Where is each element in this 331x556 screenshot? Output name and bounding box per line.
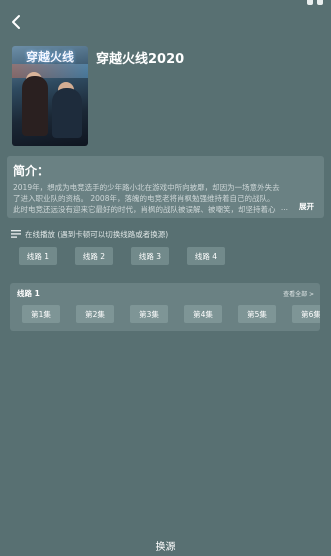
page-title: 穿越火线2020 — [96, 52, 185, 67]
episode-button-6[interactable]: 第6集 — [292, 305, 320, 323]
synopsis-heading: 简介： — [13, 164, 50, 178]
line-button-3[interactable]: 线路 3 — [131, 247, 169, 265]
line-button-4[interactable]: 线路 4 — [187, 247, 225, 265]
back-button[interactable] — [8, 12, 26, 32]
poster-logo-text: 穿越火线 — [25, 50, 74, 64]
switch-source-button[interactable]: 换源 — [0, 538, 331, 553]
episode-list[interactable]: 第1集 第2集 第3集 第4集 第5集 第6集 — [22, 305, 320, 323]
status-bar — [307, 0, 323, 8]
synopsis-ellipsis: ... — [278, 203, 290, 212]
playlist-icon — [11, 230, 21, 238]
online-play-header: 在线播放 (遇到卡顿可以切换线路或者换源) — [11, 228, 168, 240]
expand-button[interactable]: 展开 — [297, 201, 314, 212]
synopsis-card: 简介： 2019年，想成为电竞选手的少年路小北在游戏中所向披靡，却因为一场意外失… — [7, 156, 324, 218]
chevron-left-icon — [12, 15, 20, 29]
movie-poster: 穿越火线 — [12, 46, 88, 146]
online-play-label: 在线播放 (遇到卡顿可以切换线路或者换源) — [25, 229, 169, 239]
view-all-link[interactable]: 查看全部 > — [283, 289, 314, 298]
episode-panel: 线路 1 查看全部 > 第1集 第2集 第3集 第4集 第5集 第6集 — [10, 283, 320, 331]
synopsis-text: 2019年，想成为电竞选手的少年路小北在游戏中所向披靡，却因为一场意外失去了进入… — [13, 183, 280, 214]
battery-icon — [317, 0, 323, 5]
episode-button-4[interactable]: 第4集 — [184, 305, 222, 323]
line-selector: 线路 1 线路 2 线路 3 线路 4 — [19, 247, 225, 265]
line-button-1[interactable]: 线路 1 — [19, 247, 57, 265]
line-button-2[interactable]: 线路 2 — [75, 247, 113, 265]
episode-button-2[interactable]: 第2集 — [76, 305, 114, 323]
episode-panel-title: 线路 1 — [17, 289, 40, 298]
episode-button-1[interactable]: 第1集 — [22, 305, 60, 323]
episode-button-5[interactable]: 第5集 — [238, 305, 276, 323]
episode-button-3[interactable]: 第3集 — [130, 305, 168, 323]
signal-icon — [307, 0, 313, 5]
